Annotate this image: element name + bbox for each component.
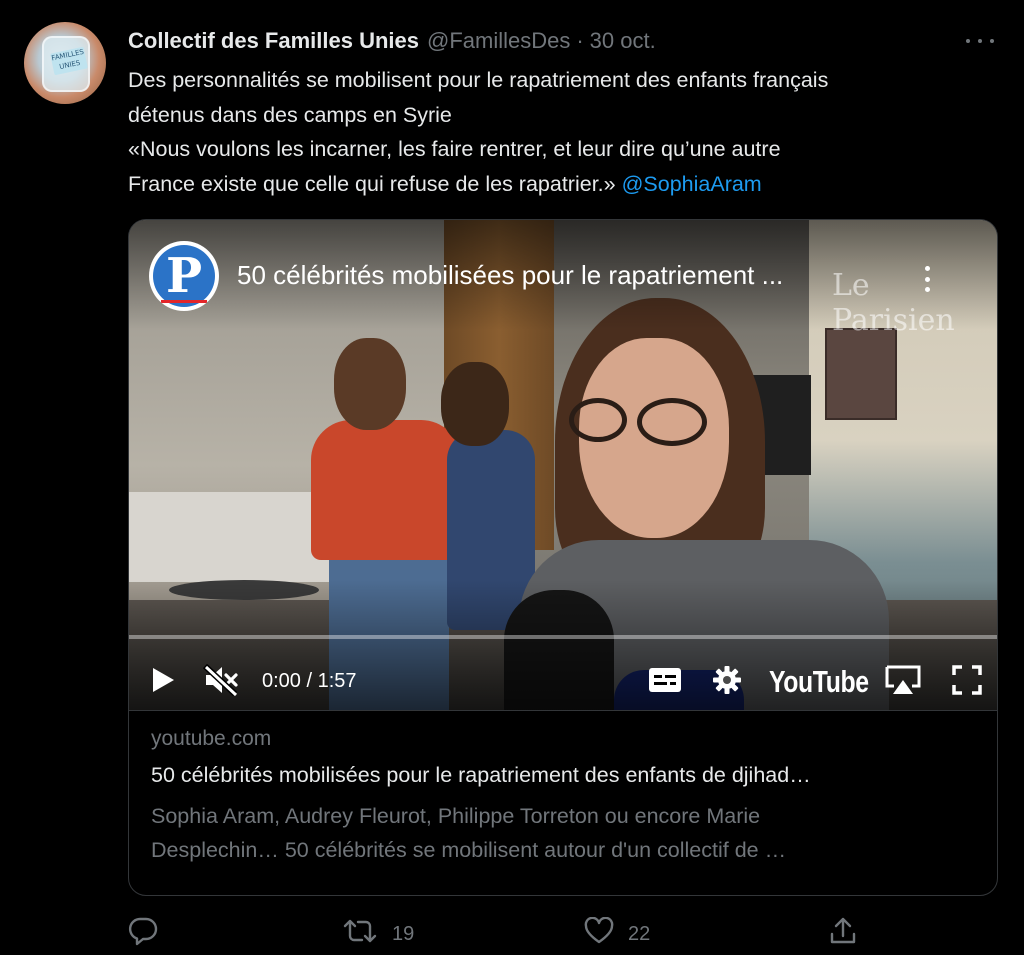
- gear-icon[interactable]: [709, 662, 745, 698]
- fullscreen-icon[interactable]: [947, 662, 987, 698]
- share-button[interactable]: [828, 916, 858, 952]
- share-icon: [828, 916, 858, 952]
- retweet-button[interactable]: 19: [342, 918, 414, 950]
- author-handle[interactable]: @FamillesDes: [427, 28, 570, 54]
- video-scene-glasses: [569, 398, 627, 442]
- reply-button[interactable]: [128, 916, 158, 952]
- video-scene-person: [311, 420, 461, 560]
- video-scene-painting: [825, 328, 897, 420]
- tweet-text-line-content: France existe que celle qui refuse de le…: [128, 171, 622, 196]
- video-scene-person: [441, 362, 509, 446]
- author-avatar[interactable]: FAMILLES UNIES: [24, 22, 106, 104]
- airplay-icon[interactable]: [881, 662, 925, 698]
- header-separator: ·: [576, 28, 584, 53]
- avatar-jar-image: FAMILLES UNIES: [42, 36, 90, 92]
- volume-muted-icon[interactable]: [201, 662, 241, 698]
- card-domain: youtube.com: [151, 727, 272, 750]
- card-description: Sophia Aram, Audrey Fleurot, Philippe To…: [151, 799, 951, 867]
- youtube-logo[interactable]: YouTube: [769, 664, 869, 700]
- author-name[interactable]: Collectif des Familles Unies: [128, 28, 419, 54]
- video-scene-glasses: [637, 398, 707, 446]
- reply-icon: [128, 916, 158, 952]
- tweet-text-line: Des personnalités se mobilisent pour le …: [128, 68, 829, 92]
- like-count: 22: [628, 922, 651, 945]
- retweet-count: 19: [392, 922, 415, 945]
- tweet-text-line: détenus dans des camps en Syrie: [128, 102, 452, 127]
- video-progress-bar[interactable]: [129, 635, 997, 639]
- card-title[interactable]: 50 célébrités mobilisées pour le rapatri…: [151, 763, 981, 788]
- video-menu-icon[interactable]: [922, 266, 932, 292]
- tweet-text-line: «Nous voulons les incarner, les faire re…: [128, 137, 781, 161]
- video-scene-mantel: [129, 492, 339, 582]
- tweet-date[interactable]: 30 oct.: [590, 28, 656, 54]
- video-scene-person: [334, 338, 406, 430]
- tweet-header: Collectif des Familles Unies @FamillesDe…: [128, 28, 656, 54]
- video-watermark: Le Parisien: [832, 268, 955, 338]
- card-description-line: Sophia Aram, Audrey Fleurot, Philippe To…: [151, 804, 761, 828]
- more-icon[interactable]: [966, 32, 994, 50]
- link-card[interactable]: P 50 célébrités mobilisées pour le rapat…: [128, 219, 998, 896]
- video-title[interactable]: 50 célébrités mobilisées pour le rapatri…: [237, 260, 877, 291]
- card-meta: youtube.com 50 célébrités mobilisées pou…: [129, 710, 997, 895]
- mention-link[interactable]: @SophiaAram: [622, 172, 762, 196]
- tweet-text: Des personnalités se mobilisent pour le …: [128, 63, 998, 201]
- channel-logo[interactable]: P: [149, 241, 219, 311]
- tweet-actions: 19 22: [128, 914, 998, 954]
- tweet-text-line: France existe que celle qui refuse de le…: [128, 167, 998, 202]
- card-description-line: Desplechin… 50 célébrités se mobilisent …: [151, 838, 787, 862]
- channel-logo-letter: P: [153, 245, 215, 307]
- captions-icon[interactable]: [643, 662, 687, 698]
- video-player[interactable]: P 50 célébrités mobilisées pour le rapat…: [129, 220, 997, 710]
- video-controls: 0:00 / 1:57 YouTube: [129, 650, 997, 710]
- play-icon[interactable]: [145, 662, 181, 698]
- avatar-jar-label: FAMILLES UNIES: [50, 46, 88, 76]
- retweet-icon: [342, 917, 378, 951]
- channel-logo-stripe: [161, 300, 207, 303]
- video-time: 0:00 / 1:57: [262, 670, 357, 692]
- like-button[interactable]: 22: [584, 916, 651, 951]
- heart-icon: [584, 916, 614, 951]
